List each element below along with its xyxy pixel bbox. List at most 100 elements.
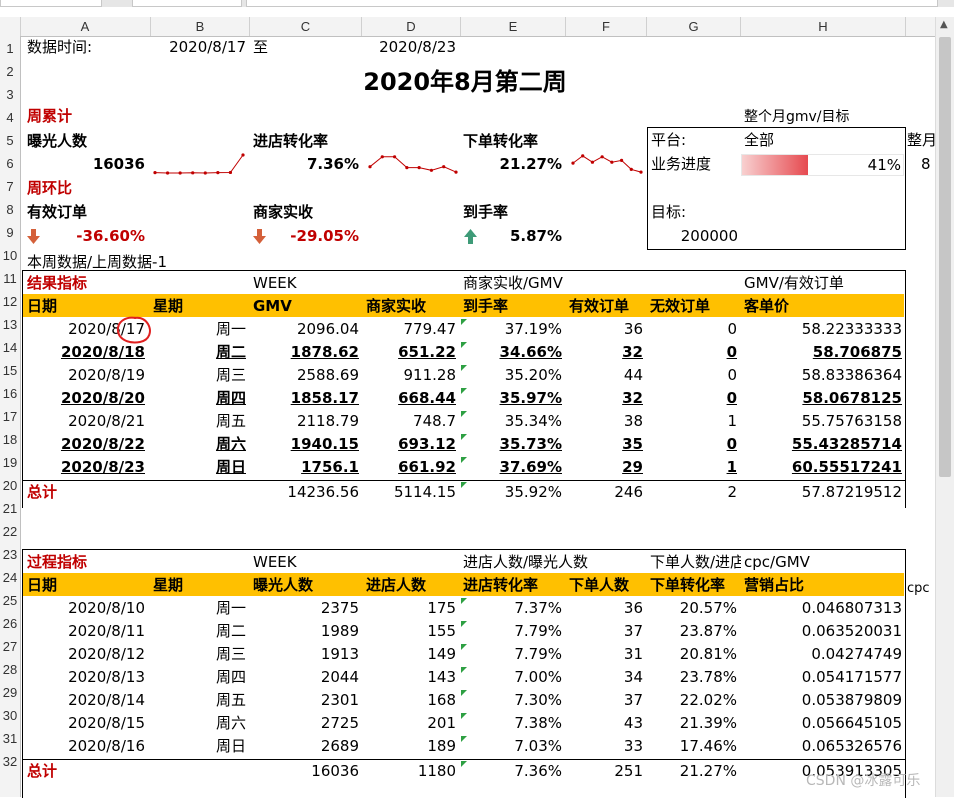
process-weekday-cell[interactable]: 周二 xyxy=(150,622,246,640)
results-weekday-cell[interactable]: 周五 xyxy=(150,412,246,430)
row-header[interactable]: 4 xyxy=(0,110,20,125)
process-store-rate-cell[interactable]: 7.00% xyxy=(461,668,562,686)
results-avg-cell[interactable]: 58.0678125 xyxy=(741,389,902,407)
process-date-cell[interactable]: 2020/8/16 xyxy=(22,737,145,755)
row-header[interactable]: 21 xyxy=(0,501,20,516)
results-avg-cell[interactable]: 58.706875 xyxy=(741,343,902,361)
results-total-avg[interactable]: 57.87219512 xyxy=(741,483,902,501)
results-rate-cell[interactable]: 34.66% xyxy=(461,343,562,361)
col-header-marketing-share[interactable]: 营销占比 xyxy=(744,576,804,594)
results-rate-cell[interactable]: 35.97% xyxy=(461,389,562,407)
process-total-store-rate[interactable]: 7.36% xyxy=(461,762,562,780)
process-order-rate-cell[interactable]: 23.87% xyxy=(647,622,737,640)
results-gmv-cell[interactable]: 1858.17 xyxy=(250,389,359,407)
results-merchant-cell[interactable]: 779.47 xyxy=(362,320,457,338)
results-total-invalid[interactable]: 2 xyxy=(647,483,737,501)
results-valid-cell[interactable]: 32 xyxy=(566,343,643,361)
row-header[interactable]: 6 xyxy=(0,156,20,171)
results-invalid-cell[interactable]: 0 xyxy=(647,366,737,384)
process-orders-cell[interactable]: 37 xyxy=(566,622,643,640)
row-header[interactable]: 13 xyxy=(0,317,20,332)
process-weekday-cell[interactable]: 周五 xyxy=(150,691,246,709)
row-header[interactable]: 26 xyxy=(0,616,20,631)
results-rate-cell[interactable]: 37.19% xyxy=(461,320,562,338)
sheet-tab-2[interactable] xyxy=(132,0,242,7)
process-store-cell[interactable]: 149 xyxy=(362,645,456,663)
process-order-rate-cell[interactable]: 20.81% xyxy=(647,645,737,663)
column-header-a[interactable]: A xyxy=(20,17,151,36)
results-rate-cell[interactable]: 35.73% xyxy=(461,435,562,453)
results-merchant-cell[interactable]: 911.28 xyxy=(362,366,457,384)
results-valid-cell[interactable]: 38 xyxy=(566,412,643,430)
process-store-cell[interactable]: 155 xyxy=(362,622,456,640)
scroll-thumb[interactable] xyxy=(939,37,951,477)
row-header[interactable]: 9 xyxy=(0,225,20,240)
progress-bar[interactable]: 41% xyxy=(741,154,904,176)
col-header-arrival-rate[interactable]: 到手率 xyxy=(463,297,508,315)
process-date-cell[interactable]: 2020/8/15 xyxy=(22,714,145,732)
col-header-avg-price[interactable]: 客单价 xyxy=(744,297,789,315)
results-rate-cell[interactable]: 35.34% xyxy=(461,412,562,430)
process-weekday-cell[interactable]: 周四 xyxy=(150,668,246,686)
column-header-g[interactable]: G xyxy=(647,17,741,36)
process-store-cell[interactable]: 201 xyxy=(362,714,456,732)
row-header[interactable]: 29 xyxy=(0,685,20,700)
row-header[interactable]: 11 xyxy=(0,271,20,286)
row-header[interactable]: 1 xyxy=(0,41,20,56)
results-rate-cell[interactable]: 35.20% xyxy=(461,366,562,384)
row-header[interactable]: 25 xyxy=(0,593,20,608)
results-valid-cell[interactable]: 29 xyxy=(566,458,643,476)
results-avg-cell[interactable]: 55.43285714 xyxy=(741,435,902,453)
col-header-merchant[interactable]: 商家实收 xyxy=(366,297,426,315)
results-gmv-cell[interactable]: 1940.15 xyxy=(250,435,359,453)
row-header[interactable]: 10 xyxy=(0,248,20,263)
row-header[interactable]: 8 xyxy=(0,202,20,217)
process-exposure-cell[interactable]: 2689 xyxy=(250,737,359,755)
results-date-cell[interactable]: 2020/8/22 xyxy=(22,435,145,453)
row-header[interactable]: 19 xyxy=(0,455,20,470)
process-store-rate-cell[interactable]: 7.79% xyxy=(461,645,562,663)
results-avg-cell[interactable]: 60.55517241 xyxy=(741,458,902,476)
results-total-merchant[interactable]: 5114.15 xyxy=(362,483,456,501)
results-weekday-cell[interactable]: 周二 xyxy=(150,343,246,361)
process-marketing-cell[interactable]: 0.054171577 xyxy=(741,668,902,686)
col-header-valid-orders[interactable]: 有效订单 xyxy=(569,297,629,315)
row-header[interactable]: 20 xyxy=(0,478,20,493)
column-header-c[interactable]: C xyxy=(250,17,362,36)
row-header[interactable]: 18 xyxy=(0,432,20,447)
results-date-cell[interactable]: 2020/8/19 xyxy=(22,366,145,384)
results-weekday-cell[interactable]: 周一 xyxy=(150,320,246,338)
arrival-wow-value[interactable]: 5.87% xyxy=(470,227,562,245)
row-header[interactable]: 32 xyxy=(0,754,20,769)
process-weekday-cell[interactable]: 周三 xyxy=(150,645,246,663)
process-store-rate-cell[interactable]: 7.30% xyxy=(461,691,562,709)
process-marketing-cell[interactable]: 0.056645105 xyxy=(741,714,902,732)
process-exposure-cell[interactable]: 2044 xyxy=(250,668,359,686)
process-weekday-cell[interactable]: 周一 xyxy=(150,599,246,617)
process-date-cell[interactable]: 2020/8/13 xyxy=(22,668,145,686)
process-date-cell[interactable]: 2020/8/11 xyxy=(22,622,145,640)
results-date-cell[interactable]: 2020/8/21 xyxy=(22,412,145,430)
process-store-cell[interactable]: 168 xyxy=(362,691,456,709)
row-header[interactable]: 23 xyxy=(0,547,20,562)
col-header-invalid-orders[interactable]: 无效订单 xyxy=(650,297,710,315)
vertical-scrollbar[interactable]: ▲ xyxy=(935,17,954,797)
results-weekday-cell[interactable]: 周四 xyxy=(150,389,246,407)
order-rate-value[interactable]: 21.27% xyxy=(470,155,562,173)
process-exposure-cell[interactable]: 1913 xyxy=(250,645,359,663)
results-rate-cell[interactable]: 37.69% xyxy=(461,458,562,476)
end-date[interactable]: 2020/8/23 xyxy=(360,38,456,56)
process-exposure-cell[interactable]: 2301 xyxy=(250,691,359,709)
process-date-cell[interactable]: 2020/8/10 xyxy=(22,599,145,617)
row-header[interactable]: 28 xyxy=(0,662,20,677)
row-header[interactable]: 27 xyxy=(0,639,20,654)
results-invalid-cell[interactable]: 0 xyxy=(647,320,737,338)
formula-bar[interactable] xyxy=(246,0,938,7)
col-header-weekday[interactable]: 星期 xyxy=(153,297,183,315)
scroll-up-icon[interactable]: ▲ xyxy=(940,19,948,30)
process-weekday-cell[interactable]: 周日 xyxy=(150,737,246,755)
process-date-cell[interactable]: 2020/8/14 xyxy=(22,691,145,709)
col-header-date[interactable]: 日期 xyxy=(27,576,57,594)
results-valid-cell[interactable]: 36 xyxy=(566,320,643,338)
results-valid-cell[interactable]: 44 xyxy=(566,366,643,384)
